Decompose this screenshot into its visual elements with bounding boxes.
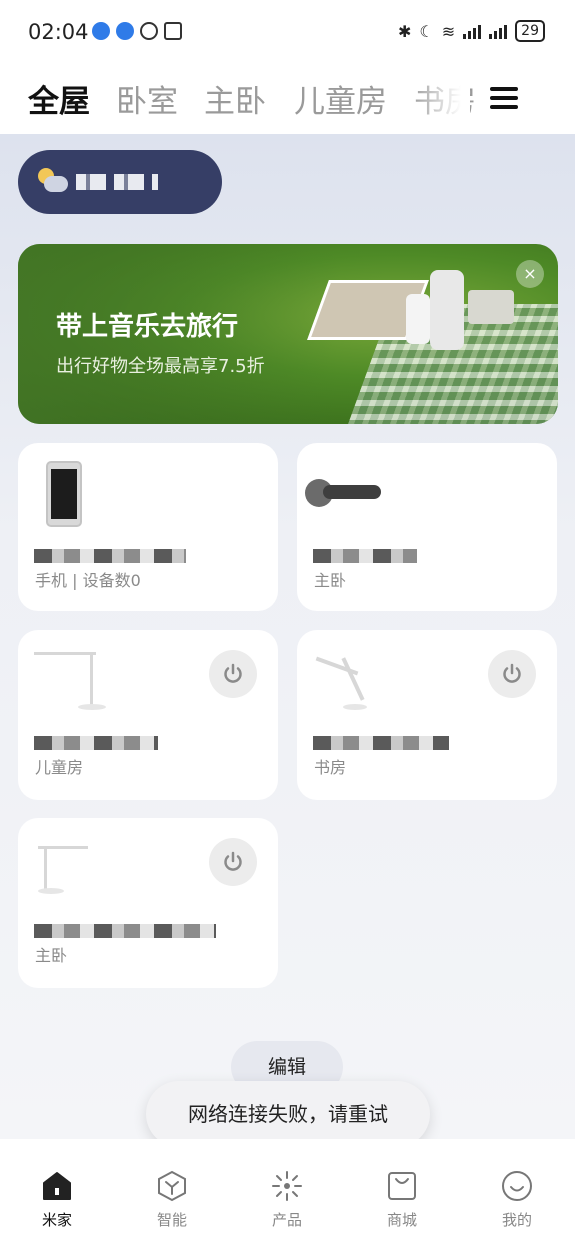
nav-home[interactable]: 米家 bbox=[17, 1169, 97, 1230]
signal-icon bbox=[463, 23, 482, 39]
smart-icon bbox=[158, 1170, 186, 1202]
desk-lamp-icon bbox=[38, 846, 118, 906]
door-lock-icon bbox=[305, 479, 381, 507]
power-button[interactable] bbox=[209, 650, 257, 698]
app-notification-icon bbox=[116, 22, 134, 40]
nav-store[interactable]: 商城 bbox=[362, 1169, 442, 1230]
status-system-icons: ✱ ☾ ≋ 29 bbox=[398, 20, 545, 42]
banner-subtitle: 出行好物全场最高享7.5折 bbox=[56, 356, 265, 377]
device-name-redacted bbox=[313, 736, 449, 750]
nav-label: 我的 bbox=[501, 1211, 532, 1229]
nav-product[interactable]: 产品 bbox=[247, 1169, 327, 1230]
battery-icon: 29 bbox=[515, 20, 545, 42]
signal-icon-2 bbox=[489, 23, 508, 39]
partly-cloudy-night-icon bbox=[38, 168, 68, 194]
device-room-label: 书房 bbox=[314, 758, 347, 777]
power-button[interactable] bbox=[209, 838, 257, 886]
nfc-icon bbox=[164, 22, 182, 40]
banner-product-speaker-small bbox=[406, 294, 430, 344]
power-button[interactable] bbox=[488, 650, 536, 698]
device-card-door-lock[interactable]: 主卧 bbox=[297, 443, 557, 611]
nav-label: 产品 bbox=[271, 1211, 302, 1229]
banner-product-speaker bbox=[430, 270, 464, 350]
banner-product-case bbox=[468, 290, 514, 324]
menu-icon[interactable] bbox=[490, 87, 518, 111]
status-notification-icons bbox=[92, 22, 182, 40]
desk-lamp-icon bbox=[34, 652, 114, 712]
device-card-phone[interactable]: 手机 | 设备数0 bbox=[18, 443, 278, 611]
device-room-label: 主卧 bbox=[314, 571, 347, 590]
device-card-lamp-kids[interactable]: 儿童房 bbox=[18, 630, 278, 800]
chat-notification-icon bbox=[92, 22, 110, 40]
power-icon bbox=[503, 663, 521, 683]
weather-widget[interactable] bbox=[18, 150, 222, 214]
moon-icon: ☾ bbox=[419, 21, 434, 41]
product-icon bbox=[272, 1171, 302, 1201]
toast-message: 网络连接失败，请重试 bbox=[146, 1081, 430, 1147]
banner-title: 带上音乐去旅行 bbox=[56, 312, 239, 342]
room-tabs: 全屋 卧室 主卧 儿童房 书房 bbox=[0, 66, 575, 134]
device-room-label: 主卧 bbox=[35, 946, 68, 965]
tab-whole-house[interactable]: 全屋 bbox=[28, 76, 90, 121]
status-time: 02:04 bbox=[28, 20, 89, 44]
nav-label: 智能 bbox=[156, 1211, 187, 1229]
speed-icon bbox=[140, 22, 158, 40]
desk-lamp-icon bbox=[313, 656, 393, 716]
tab-master-bedroom[interactable]: 主卧 bbox=[204, 76, 266, 121]
phone-icon bbox=[46, 461, 82, 527]
store-icon bbox=[388, 1172, 416, 1200]
bottom-nav: 米家 智能 产品 商城 我的 bbox=[0, 1139, 575, 1243]
nav-profile[interactable]: 我的 bbox=[477, 1169, 557, 1230]
nav-label: 米家 bbox=[41, 1211, 72, 1229]
device-card-lamp-study[interactable]: 书房 bbox=[297, 630, 557, 800]
wifi-icon: ≋ bbox=[441, 21, 456, 41]
device-name-redacted bbox=[34, 549, 186, 563]
device-name-redacted bbox=[34, 736, 158, 750]
status-bar: 02:04 ✱ ☾ ≋ 29 bbox=[0, 0, 575, 66]
bluetooth-icon: ✱ bbox=[398, 21, 412, 41]
power-icon bbox=[224, 851, 242, 871]
home-icon bbox=[43, 1172, 71, 1200]
close-icon[interactable]: × bbox=[516, 260, 544, 288]
device-name-redacted bbox=[313, 549, 417, 563]
tab-kids-room[interactable]: 儿童房 bbox=[294, 76, 387, 121]
device-room-label: 手机 | 设备数0 bbox=[35, 571, 141, 590]
power-icon bbox=[224, 663, 242, 683]
promo-banner[interactable]: 带上音乐去旅行 出行好物全场最高享7.5折 × bbox=[18, 244, 558, 424]
device-name-redacted bbox=[34, 924, 216, 938]
device-card-lamp-master[interactable]: 主卧 bbox=[18, 818, 278, 988]
tab-fade bbox=[410, 66, 470, 134]
nav-label: 商城 bbox=[386, 1211, 417, 1229]
profile-icon bbox=[502, 1171, 532, 1201]
tab-bedroom[interactable]: 卧室 bbox=[116, 76, 178, 121]
weather-text-redacted bbox=[76, 174, 158, 190]
nav-smart[interactable]: 智能 bbox=[132, 1169, 212, 1230]
main-content: 带上音乐去旅行 出行好物全场最高享7.5折 × 手机 | 设备数0 主卧 儿童房 bbox=[0, 134, 575, 1147]
device-room-label: 儿童房 bbox=[35, 758, 84, 777]
